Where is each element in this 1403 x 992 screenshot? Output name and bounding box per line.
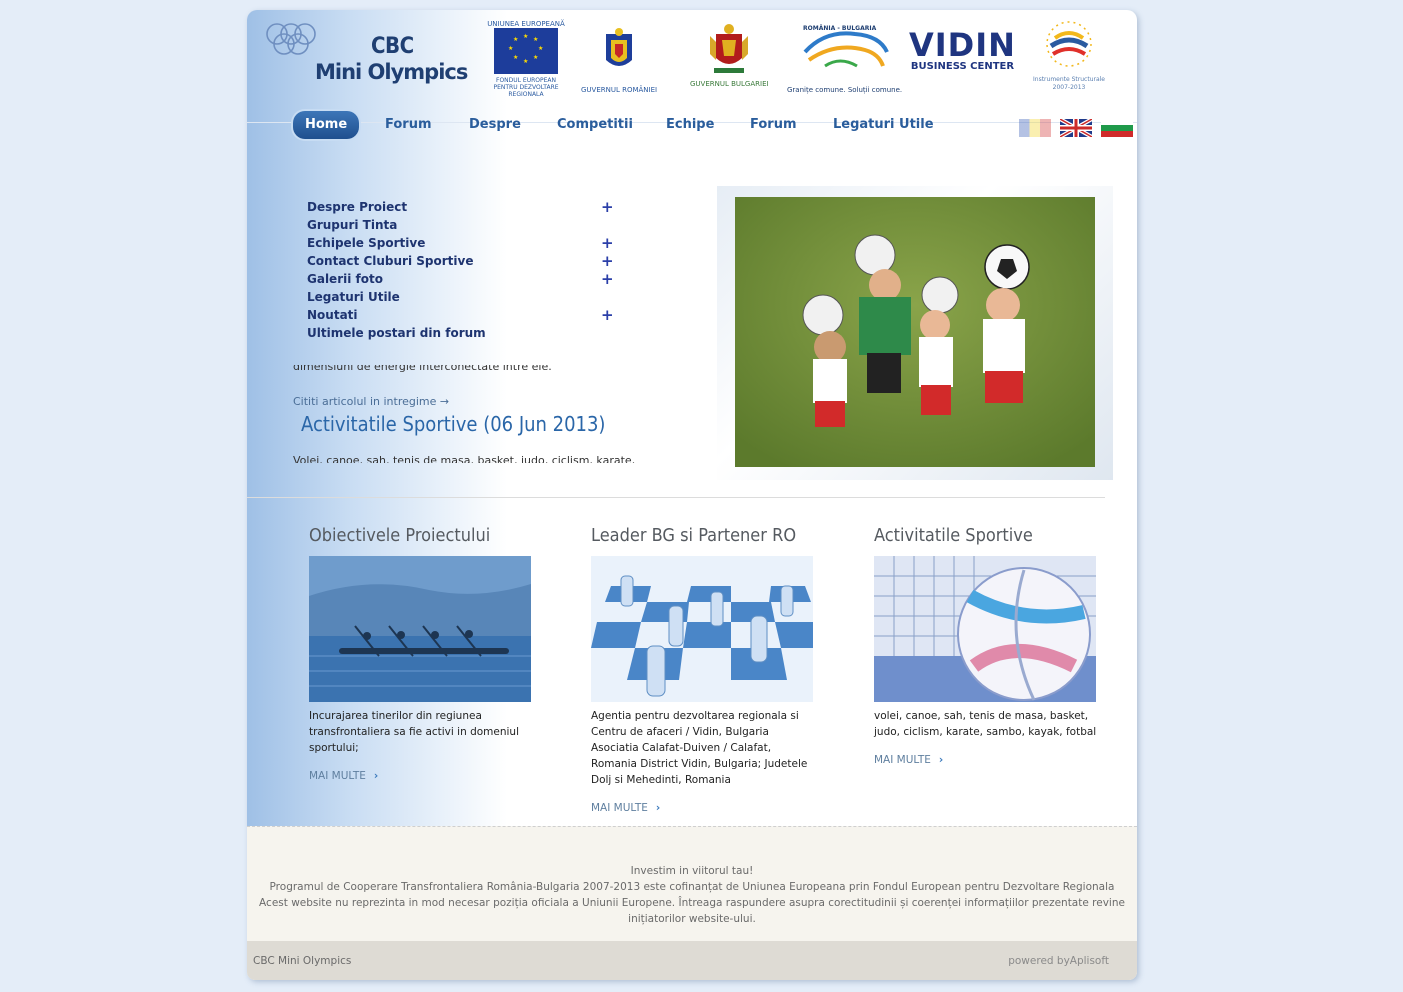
header: CBC Mini Olympics UNIUNEA EUROPEANĂ ★ ★ ★ … [247,10,1137,122]
nav-competitii[interactable]: Competitii [557,111,633,139]
chevron-right-icon: › [938,754,944,766]
structural-caption: Instrumente Structurale [1033,76,1105,83]
side-menu-label: Ultimele postari din forum [307,326,486,340]
side-menu-label: Legaturi Utile [307,290,400,304]
feature-title[interactable]: Leader BG si Partener RO [591,525,816,553]
bulgaria-coat-of-arms-icon [710,24,749,73]
more-label: MAI MULTE [591,802,648,814]
nav-forum-2[interactable]: Forum [750,111,797,139]
side-menu-label: Contact Cluburi Sportive [307,254,474,268]
eu-fund-logo: UNIUNEA EUROPEANĂ ★ ★ ★ ★ ★ ★ ★ ★ FONDUL EURO… [483,20,569,98]
kids-football-photo [735,197,1095,467]
logo-title-cbc: CBC [371,34,414,59]
structural-instruments-logo: Instrumente Structurale 2007-2013 [1033,18,1105,92]
news-text-top: dimensiuni de energie interconectate int… [293,365,552,373]
footer-disclaimer: Acest website nu reprezinta in mod neces… [259,897,1125,925]
feature-objectives: Obiectivele Proiectului Incurajarea tine… [309,525,534,783]
plus-icon[interactable]: + [601,306,614,324]
nav-home[interactable]: Home [293,111,360,139]
svg-text:ROMÂNIA - BULGARIA: ROMÂNIA - BULGARIA [803,25,877,32]
feature-activities: Activitatile Sportive volei, canoe, sah,… [874,525,1099,767]
feature-title[interactable]: Obiectivele Proiectului [309,525,534,553]
vidin-title: VIDIN [909,26,1016,64]
feature-text: Agentia pentru dezvoltarea regionala si … [591,710,808,786]
powered-by-link[interactable]: powered byAplisoft [1008,955,1109,967]
footer: Investim in viitorul tau! Programul de C… [247,826,1137,941]
nav-echipe[interactable]: Echipe [666,111,714,139]
side-menu-item[interactable]: Galerii foto + [307,270,617,288]
side-menu-item[interactable]: Echipele Sportive + [307,234,617,252]
bottom-bar: CBC Mini Olympics powered byAplisoft [247,941,1137,980]
structural-instruments-icon [1046,21,1092,67]
side-menu-label: Galerii foto [307,272,383,286]
side-menu: Despre Proiect + Grupuri Tinta Echipele S… [307,198,617,342]
olympic-rings-icon [266,23,316,55]
side-menu-item[interactable]: Grupuri Tinta [307,216,617,234]
side-menu-label: Noutati [307,308,358,322]
plus-icon[interactable]: + [601,252,614,270]
bulgarian-flag-icon[interactable] [1101,119,1133,137]
romania-gov-caption: GUVERNUL ROMÂNIEI [581,86,658,94]
vidin-business-center-logo: VIDIN BUSINESS CENTER [909,28,1016,72]
feature-text: Incurajarea tinerilor din regiunea trans… [309,710,519,754]
english-flag-icon[interactable] [1059,117,1093,139]
feature-title[interactable]: Activitatile Sportive [874,525,1099,553]
feature-leader: Leader BG si Partener RO Agentia pentru … [591,525,816,815]
ro-bg-program-icon: ROMÂNIA - BULGARIA [803,25,889,68]
side-menu-label: Despre Proiect [307,200,408,214]
romania-bulgaria-program-logo: ROMÂNIA - BULGARIA Granițe comune. Soluț… [787,22,902,94]
ro-bg-slogan: Granițe comune. Soluții comune. [787,86,903,94]
plus-icon[interactable]: + [601,198,614,216]
site-logo[interactable]: CBC Mini Olympics [265,22,468,92]
eu-fund-caption-2: FONDUL EUROPEAN PENTRU DEZVOLTARE REGION… [493,77,559,98]
more-label: MAI MULTE [309,770,366,782]
page-container: CBC Mini Olympics UNIUNEA EUROPEANĂ ★ ★ ★ … [247,10,1137,980]
romania-government-logo: GUVERNUL ROMÂNIEI [581,26,657,94]
side-menu-item[interactable]: Ultimele postari din forum [307,324,617,342]
volleyball-image[interactable] [874,556,1096,702]
romanian-flag-icon[interactable] [1019,119,1051,137]
side-menu-item[interactable]: Legaturi Utile [307,288,617,306]
logo-title-mini-olympics: Mini Olympics [315,60,468,84]
plus-icon[interactable]: + [601,270,614,288]
more-link[interactable]: MAI MULTE › [874,754,943,766]
side-menu-label: Grupuri Tinta [307,218,398,232]
nav-forum[interactable]: Forum [385,111,432,139]
footer-site-name: CBC Mini Olympics [253,955,352,967]
chevron-right-icon: › [655,802,661,814]
feature-text: volei, canoe, sah, tenis de masa, basket… [874,710,1097,738]
section-divider [247,497,1105,498]
more-link[interactable]: MAI MULTE › [309,770,378,782]
side-menu-item[interactable]: Despre Proiect + [307,198,617,216]
bulgaria-government-logo: GUVERNUL BULGARIEI [690,22,769,88]
eu-flag-icon: ★ ★ ★ ★ ★ ★ ★ ★ [494,28,558,74]
bulgaria-gov-caption: GUVERNUL BULGARIEI [690,80,769,88]
read-more-link[interactable]: Cititi articolul in intregime → [293,395,449,408]
news-ticker: dimensiuni de energie interconectate int… [293,365,653,465]
eu-fund-caption: UNIUNEA EUROPEANĂ [487,20,565,28]
structural-years: 2007-2013 [1052,84,1086,91]
more-link[interactable]: MAI MULTE › [591,802,660,814]
footer-slogan: Investim in viitorul tau! [630,865,754,877]
chevron-right-icon: › [373,770,379,782]
romania-coat-of-arms-icon [606,28,633,66]
news-title[interactable]: Activitatile Sportive (06 Jun 2013) [301,412,605,436]
kayak-image[interactable] [309,556,531,702]
vidin-subtitle: BUSINESS CENTER [910,61,1015,72]
footer-program-text: Programul de Cooperare Transfrontaliera … [269,881,1115,893]
side-menu-item[interactable]: Noutati + [307,306,617,324]
plus-icon[interactable]: + [601,234,614,252]
side-menu-item[interactable]: Contact Cluburi Sportive + [307,252,617,270]
nav-legaturi-utile[interactable]: Legaturi Utile [833,111,934,139]
side-menu-label: Echipele Sportive [307,236,426,250]
nav-despre[interactable]: Despre [469,111,521,139]
chess-image[interactable] [591,556,813,702]
news-text-bottom: Volei, canoe, sah, tenis de masa, basket… [293,455,636,463]
more-label: MAI MULTE [874,754,931,766]
